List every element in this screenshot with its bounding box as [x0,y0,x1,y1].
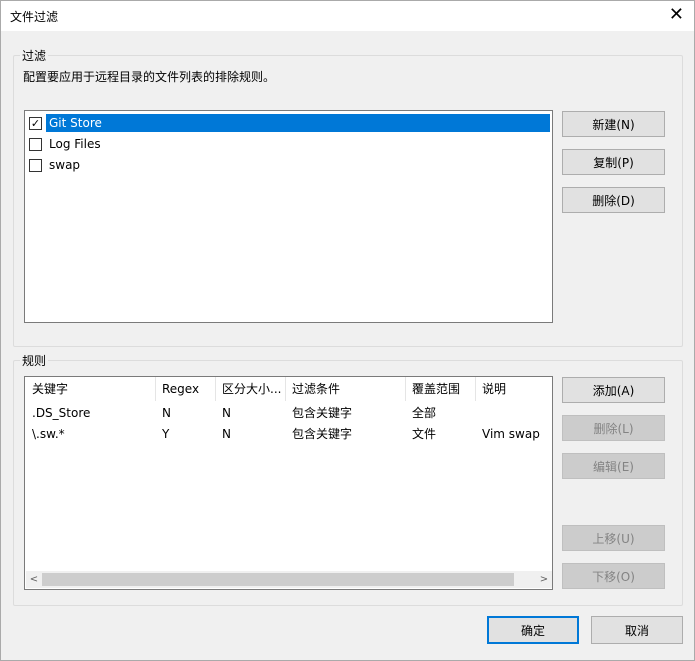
cancel-button[interactable]: 取消 [591,616,683,644]
selection-highlight [46,114,550,132]
filter-item-label: Log Files [49,137,101,151]
filter-item-label: Git Store [49,116,102,130]
filter-item-git-store[interactable]: ✓ Git Store [29,113,104,133]
cell-scope: 全部 [412,406,437,420]
filter-item-swap[interactable]: swap [29,155,82,175]
filter-group-label: 过滤 [20,47,49,64]
rules-table[interactable]: 关键字 Regex 区分大小... 过滤条件 覆盖范围 说明 .DS_Store… [24,376,553,590]
cell-regex: Y [162,427,170,441]
rules-group-label: 规则 [20,352,49,369]
window-title: 文件过滤 [10,10,59,24]
copy-filter-button[interactable]: 复制(P) [562,149,665,175]
ok-button[interactable]: 确定 [487,616,579,644]
column-header-filter-condition[interactable]: 过滤条件 [286,377,406,401]
new-filter-button[interactable]: 新建(N) [562,111,665,137]
column-header-scope[interactable]: 覆盖范围 [406,377,476,401]
column-header-case-sensitive[interactable]: 区分大小... [216,377,286,401]
scrollbar-thumb[interactable] [42,573,514,586]
delete-filter-button[interactable]: 删除(D) [562,187,665,213]
edit-rule-button[interactable]: 编辑(E) [562,453,665,479]
cell-case-sensitive: N [222,406,231,420]
rules-table-header: 关键字 Regex 区分大小... 过滤条件 覆盖范围 说明 [25,377,552,401]
checkbox-swap[interactable] [29,158,42,172]
delete-rule-button[interactable]: 删除(L) [562,415,665,441]
table-row[interactable]: .DS_Store N N 包含关键字 全部 [25,403,552,424]
cell-filter-condition: 包含关键字 [292,427,353,441]
cell-description [476,403,552,424]
checkbox-log-files[interactable] [29,137,42,151]
filter-description: 配置要应用于远程目录的文件列表的排除规则。 [23,70,276,84]
cell-keyword: .DS_Store [32,406,91,420]
scroll-right-icon[interactable]: > [536,571,552,588]
title-bar: 文件过滤 ✕ [0,0,695,31]
cell-keyword: \.sw.* [32,427,65,441]
cell-case-sensitive: N [222,427,231,441]
table-row[interactable]: \.sw.* Y N 包含关键字 文件 Vim swap [25,424,552,445]
scroll-left-icon[interactable]: < [26,571,42,588]
cell-description: Vim swap [482,427,540,441]
cell-filter-condition: 包含关键字 [292,406,353,420]
cell-scope: 文件 [412,427,437,441]
filter-item-log-files[interactable]: Log Files [29,134,103,154]
filter-item-label: swap [49,158,81,172]
add-rule-button[interactable]: 添加(A) [562,377,665,403]
close-icon[interactable]: ✕ [669,4,684,26]
column-header-keyword[interactable]: 关键字 [26,377,156,401]
horizontal-scrollbar[interactable]: < > [26,571,552,588]
column-header-description[interactable]: 说明 [476,377,552,401]
move-down-button[interactable]: 下移(O) [562,563,665,589]
checkbox-git-store[interactable]: ✓ [29,116,42,130]
cell-regex: N [162,406,171,420]
move-up-button[interactable]: 上移(U) [562,525,665,551]
column-header-regex[interactable]: Regex [156,377,216,401]
filter-list[interactable]: ✓ Git Store Log Files swap [24,110,553,323]
